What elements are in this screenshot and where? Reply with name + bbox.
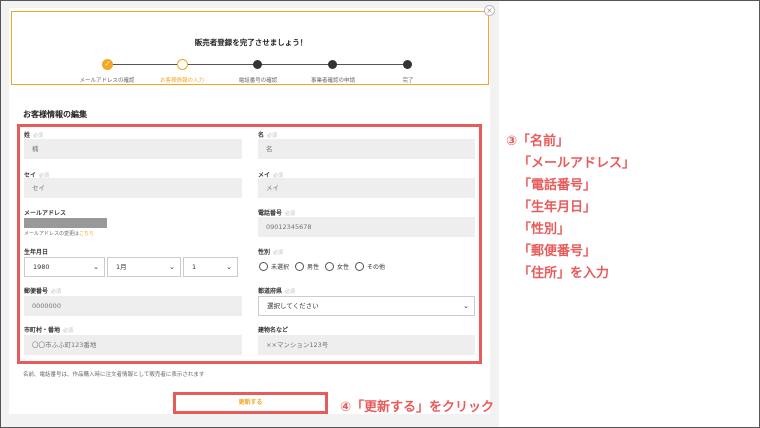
step-pending-dot xyxy=(403,60,412,69)
chevron-down-icon: ⌄ xyxy=(463,302,469,310)
building-input[interactable] xyxy=(258,335,475,355)
city-input[interactable] xyxy=(24,335,242,355)
chevron-down-icon: ⌄ xyxy=(226,263,232,271)
gender-option-male[interactable]: 男性 xyxy=(295,262,319,271)
email-value-redacted xyxy=(24,218,107,228)
highlight-form-box xyxy=(17,124,482,364)
email-label: メールアドレス xyxy=(24,210,67,217)
sei-input[interactable] xyxy=(24,139,242,159)
email-change-link[interactable]: こちら xyxy=(79,231,94,237)
progress-card: 販売者登録を完了させましょう！ ✓ メールアドレスの確認 お客様情報の入力 電話… xyxy=(11,11,489,85)
city-label: 市町村・番地 必須 xyxy=(24,327,74,334)
prefecture-label: 都道府県 必須 xyxy=(258,288,296,295)
step-connector xyxy=(107,64,182,65)
annotation-step3-line5: 「性別」 xyxy=(518,222,571,237)
postal-label: 郵便番号 必須 xyxy=(24,288,62,295)
step-done-check-icon: ✓ xyxy=(102,59,113,70)
update-button[interactable]: 更新する xyxy=(180,398,321,408)
annotation-step3-line2: 「メールアドレス」 xyxy=(518,156,636,171)
annotation-step3-line3: 「電話番号」 xyxy=(518,178,597,193)
gender-radio-group: 未選択 男性 女性 その他 xyxy=(259,262,391,271)
birth-month-select[interactable]: 1月 ⌄ xyxy=(107,257,181,277)
step-connector xyxy=(332,64,407,65)
radio-icon xyxy=(355,262,365,271)
mei-kana-input[interactable] xyxy=(258,178,475,198)
annotation-step4: ④「更新する」をクリック xyxy=(340,400,495,415)
gender-option-unselected[interactable]: 未選択 xyxy=(259,262,289,271)
birth-day-select[interactable]: 1 ⌄ xyxy=(183,257,238,277)
postal-input[interactable] xyxy=(24,296,242,316)
radio-icon xyxy=(259,262,268,271)
annotation-step3-line1: ③「名前」 xyxy=(506,134,570,149)
radio-icon xyxy=(325,262,335,271)
phone-label: 電話番号 必須 xyxy=(258,210,296,217)
annotation-step3-line4: 「生年月日」 xyxy=(518,200,597,215)
gender-option-female[interactable]: 女性 xyxy=(325,262,349,271)
step-pending-dot xyxy=(328,60,337,69)
chevron-down-icon: ⌄ xyxy=(169,263,175,271)
radio-icon xyxy=(295,262,305,271)
sei-kana-input[interactable] xyxy=(24,178,242,198)
step-label-complete: 完了 xyxy=(402,78,414,84)
close-icon[interactable]: × xyxy=(484,5,495,16)
birth-year-select[interactable]: 1980 ⌄ xyxy=(24,257,105,277)
gender-option-other[interactable]: その他 xyxy=(355,262,385,271)
phone-input[interactable] xyxy=(258,217,475,237)
building-label: 建物名など xyxy=(258,327,289,334)
form-footnote: 名前、電話番号は、作品購入時に注文者情報として販売者に表示されます xyxy=(23,372,205,378)
step-current-dot xyxy=(177,59,188,70)
step-connector xyxy=(257,64,332,65)
birthdate-label: 生年月日 xyxy=(24,249,49,256)
form-heading: お客様情報の編集 xyxy=(23,110,87,119)
prefecture-select[interactable]: 選択してください ⌄ xyxy=(258,296,475,316)
step-connector xyxy=(182,64,257,65)
progress-title: 販売者登録を完了させましょう！ xyxy=(194,38,308,47)
annotation-step3-line6: 「郵便番号」 xyxy=(518,244,597,259)
step-pending-dot xyxy=(253,60,262,69)
highlight-submit-box: 更新する xyxy=(173,392,328,414)
email-note: メールアドレスの変更はこちら xyxy=(24,231,95,237)
mei-input[interactable] xyxy=(258,139,475,159)
mei-label: 名必須 xyxy=(258,132,278,139)
gender-label: 性別 必須 xyxy=(258,249,284,256)
sei-label: 姓必須 xyxy=(24,132,44,139)
chevron-down-icon: ⌄ xyxy=(93,263,99,271)
annotation-step3-line7: 「住所」を入力 xyxy=(518,266,610,281)
